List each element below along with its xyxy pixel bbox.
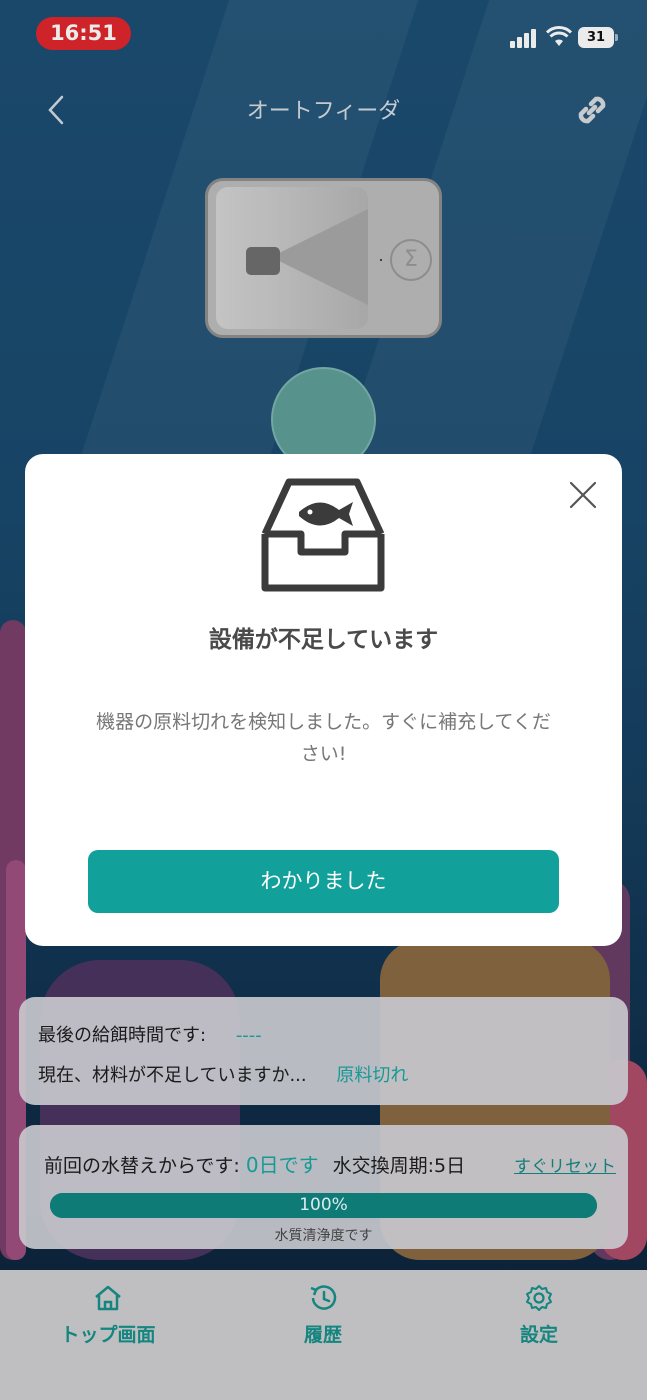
water-quality-percent: 100% [299,1195,348,1215]
close-icon[interactable] [568,480,598,510]
empty-food-tray-icon [261,478,385,592]
water-quality-bar: 100% [50,1193,597,1218]
tab-history-label: 履歴 [303,1324,342,1346]
dialog-message: 機器の原料切れを検知しました。すぐに補充してください! [96,711,551,765]
alert-dialog: 設備が不足しています 機器の原料切れを検知しました。すぐに補充してください! わ… [25,454,622,946]
tab-settings-label: 設定 [519,1324,558,1346]
since-change-value: 0日です [245,1153,319,1177]
material-row: 現在、材料が不足していますか... 原料切れ [38,1061,408,1087]
last-feed-value: ---- [235,1025,262,1046]
tab-home[interactable]: トップ画面 [38,1284,178,1347]
material-status: 原料切れ [336,1065,409,1086]
history-icon [310,1285,337,1310]
feed-status-card: 最後の給餌時間です: ---- 現在、材料が不足していますか... 原料切れ [19,997,628,1105]
last-feed-row: 最後の給餌時間です: ---- [38,1021,262,1047]
since-change-label: 前回の水替えからです: [44,1155,240,1177]
water-change-card: 前回の水替えからです: 0日です 水交換周期:5日 すぐリセット 100% 水質清浄… [19,1125,628,1249]
material-label: 現在、材料が不足していますか... [38,1065,307,1086]
home-icon [95,1285,121,1311]
tab-history[interactable]: 履歴 [253,1284,393,1347]
water-quality-caption: 水質清浄度です [274,1228,373,1244]
water-change-row: 前回の水替えからです: 0日です 水交換周期:5日 [44,1149,465,1178]
reset-link[interactable]: すぐリセット [514,1152,616,1177]
confirm-button[interactable]: わかりました [88,850,559,913]
gear-icon [526,1285,552,1311]
change-cycle-label: 水交換周期:5日 [332,1155,466,1177]
last-feed-label: 最後の給餌時間です: [38,1025,207,1046]
tab-settings[interactable]: 設定 [469,1284,609,1347]
dialog-title: 設備が不足しています [208,627,439,653]
bottom-tab-bar: トップ画面 履歴 設定 [0,1270,647,1400]
tab-home-label: トップ画面 [60,1324,156,1346]
